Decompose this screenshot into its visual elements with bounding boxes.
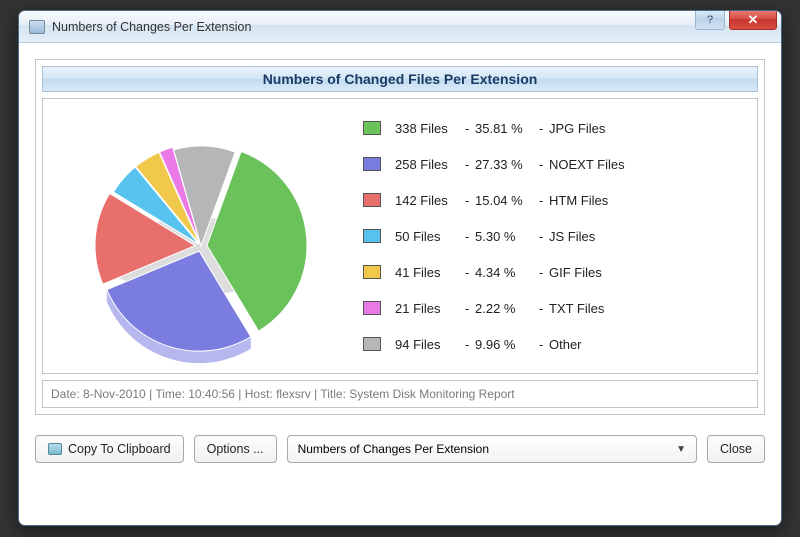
client-area: Numbers of Changed Files Per Extension 3… — [19, 43, 781, 479]
legend-percent: 15.04 % — [475, 193, 539, 208]
legend-name: Other — [549, 337, 747, 352]
legend-dash: - — [539, 121, 549, 136]
legend-dash: - — [465, 121, 475, 136]
chevron-down-icon: ▼ — [676, 444, 686, 455]
legend-dash: - — [539, 337, 549, 352]
legend-percent: 35.81 % — [475, 121, 539, 136]
panel-title: Numbers of Changed Files Per Extension — [42, 66, 758, 92]
help-button[interactable]: ? — [695, 10, 725, 30]
legend-dash: - — [465, 193, 475, 208]
legend-percent: 27.33 % — [475, 157, 539, 172]
dropdown-value: Numbers of Changes Per Extension — [298, 442, 489, 456]
legend-dash: - — [539, 265, 549, 280]
legend-swatch — [363, 157, 381, 171]
status-date-label: Date: — [51, 387, 80, 401]
legend-value: 21 Files — [395, 301, 465, 316]
legend-value: 142 Files — [395, 193, 465, 208]
legend-name: TXT Files — [549, 301, 747, 316]
legend-value: 41 Files — [395, 265, 465, 280]
legend-swatch — [363, 265, 381, 279]
chart-box: 338 Files-35.81 %-JPG Files258 Files-27.… — [42, 98, 758, 374]
status-host-label: Host: — [245, 387, 273, 401]
window-close-button[interactable]: ✕ — [729, 10, 777, 30]
legend-value: 94 Files — [395, 337, 465, 352]
legend-value: 50 Files — [395, 229, 465, 244]
options-button[interactable]: Options ... — [194, 435, 277, 463]
legend-name: GIF Files — [549, 265, 747, 280]
copy-label: Copy To Clipboard — [68, 442, 171, 456]
legend-value: 338 Files — [395, 121, 465, 136]
view-selector-dropdown[interactable]: Numbers of Changes Per Extension ▼ — [287, 435, 697, 463]
close-label: Close — [720, 442, 752, 456]
legend-row: 21 Files-2.22 %-TXT Files — [363, 290, 747, 326]
legend-swatch — [363, 193, 381, 207]
status-host: flexsrv — [276, 387, 311, 401]
close-icon: ✕ — [748, 12, 759, 28]
copy-clipboard-button[interactable]: Copy To Clipboard — [35, 435, 184, 463]
legend-row: 94 Files-9.96 %-Other — [363, 326, 747, 362]
legend-row: 142 Files-15.04 %-HTM Files — [363, 182, 747, 218]
legend-dash: - — [465, 265, 475, 280]
legend-name: JPG Files — [549, 121, 747, 136]
legend-dash: - — [539, 157, 549, 172]
dialog-window: Numbers of Changes Per Extension ? ✕ Num… — [18, 10, 782, 526]
clipboard-icon — [48, 443, 62, 455]
status-date: 8-Nov-2010 — [83, 387, 146, 401]
legend-dash: - — [465, 337, 475, 352]
legend-swatch — [363, 337, 381, 351]
status-bar: Date: 8-Nov-2010 | Time: 10:40:56 | Host… — [42, 380, 758, 408]
button-bar: Copy To Clipboard Options ... Numbers of… — [35, 435, 765, 463]
legend-row: 50 Files-5.30 %-JS Files — [363, 218, 747, 254]
legend-dash: - — [465, 229, 475, 244]
legend-value: 258 Files — [395, 157, 465, 172]
legend-dash: - — [465, 157, 475, 172]
legend-name: HTM Files — [549, 193, 747, 208]
legend-percent: 4.34 % — [475, 265, 539, 280]
help-icon: ? — [707, 14, 713, 26]
titlebar[interactable]: Numbers of Changes Per Extension ? ✕ — [19, 11, 781, 43]
status-report-title: System Disk Monitoring Report — [349, 387, 514, 401]
legend-name: JS Files — [549, 229, 747, 244]
app-icon — [29, 20, 45, 34]
legend-percent: 9.96 % — [475, 337, 539, 352]
legend-dash: - — [539, 301, 549, 316]
window-buttons: ? ✕ — [695, 10, 777, 30]
window-title: Numbers of Changes Per Extension — [52, 20, 781, 34]
chart-legend: 338 Files-35.81 %-JPG Files258 Files-27.… — [353, 110, 747, 362]
pie-chart — [53, 106, 353, 366]
legend-dash: - — [539, 193, 549, 208]
status-time: 10:40:56 — [188, 387, 235, 401]
legend-swatch — [363, 301, 381, 315]
legend-dash: - — [539, 229, 549, 244]
legend-row: 41 Files-4.34 %-GIF Files — [363, 254, 747, 290]
legend-row: 338 Files-35.81 %-JPG Files — [363, 110, 747, 146]
close-button[interactable]: Close — [707, 435, 765, 463]
status-time-label: Time: — [155, 387, 185, 401]
chart-panel: Numbers of Changed Files Per Extension 3… — [35, 59, 765, 415]
legend-name: NOEXT Files — [549, 157, 747, 172]
legend-swatch — [363, 121, 381, 135]
legend-percent: 5.30 % — [475, 229, 539, 244]
options-label: Options ... — [207, 442, 264, 456]
status-title-label: Title: — [320, 387, 346, 401]
legend-percent: 2.22 % — [475, 301, 539, 316]
legend-dash: - — [465, 301, 475, 316]
legend-swatch — [363, 229, 381, 243]
legend-row: 258 Files-27.33 %-NOEXT Files — [363, 146, 747, 182]
